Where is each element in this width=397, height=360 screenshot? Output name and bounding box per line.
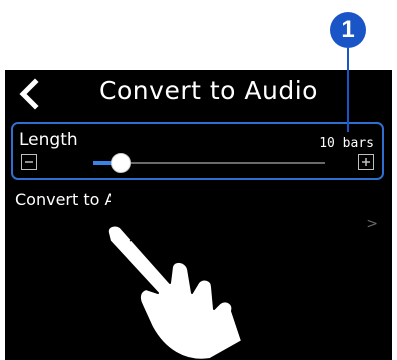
callout-leader-line — [347, 48, 349, 132]
callout-badge: 1 — [330, 12, 366, 48]
